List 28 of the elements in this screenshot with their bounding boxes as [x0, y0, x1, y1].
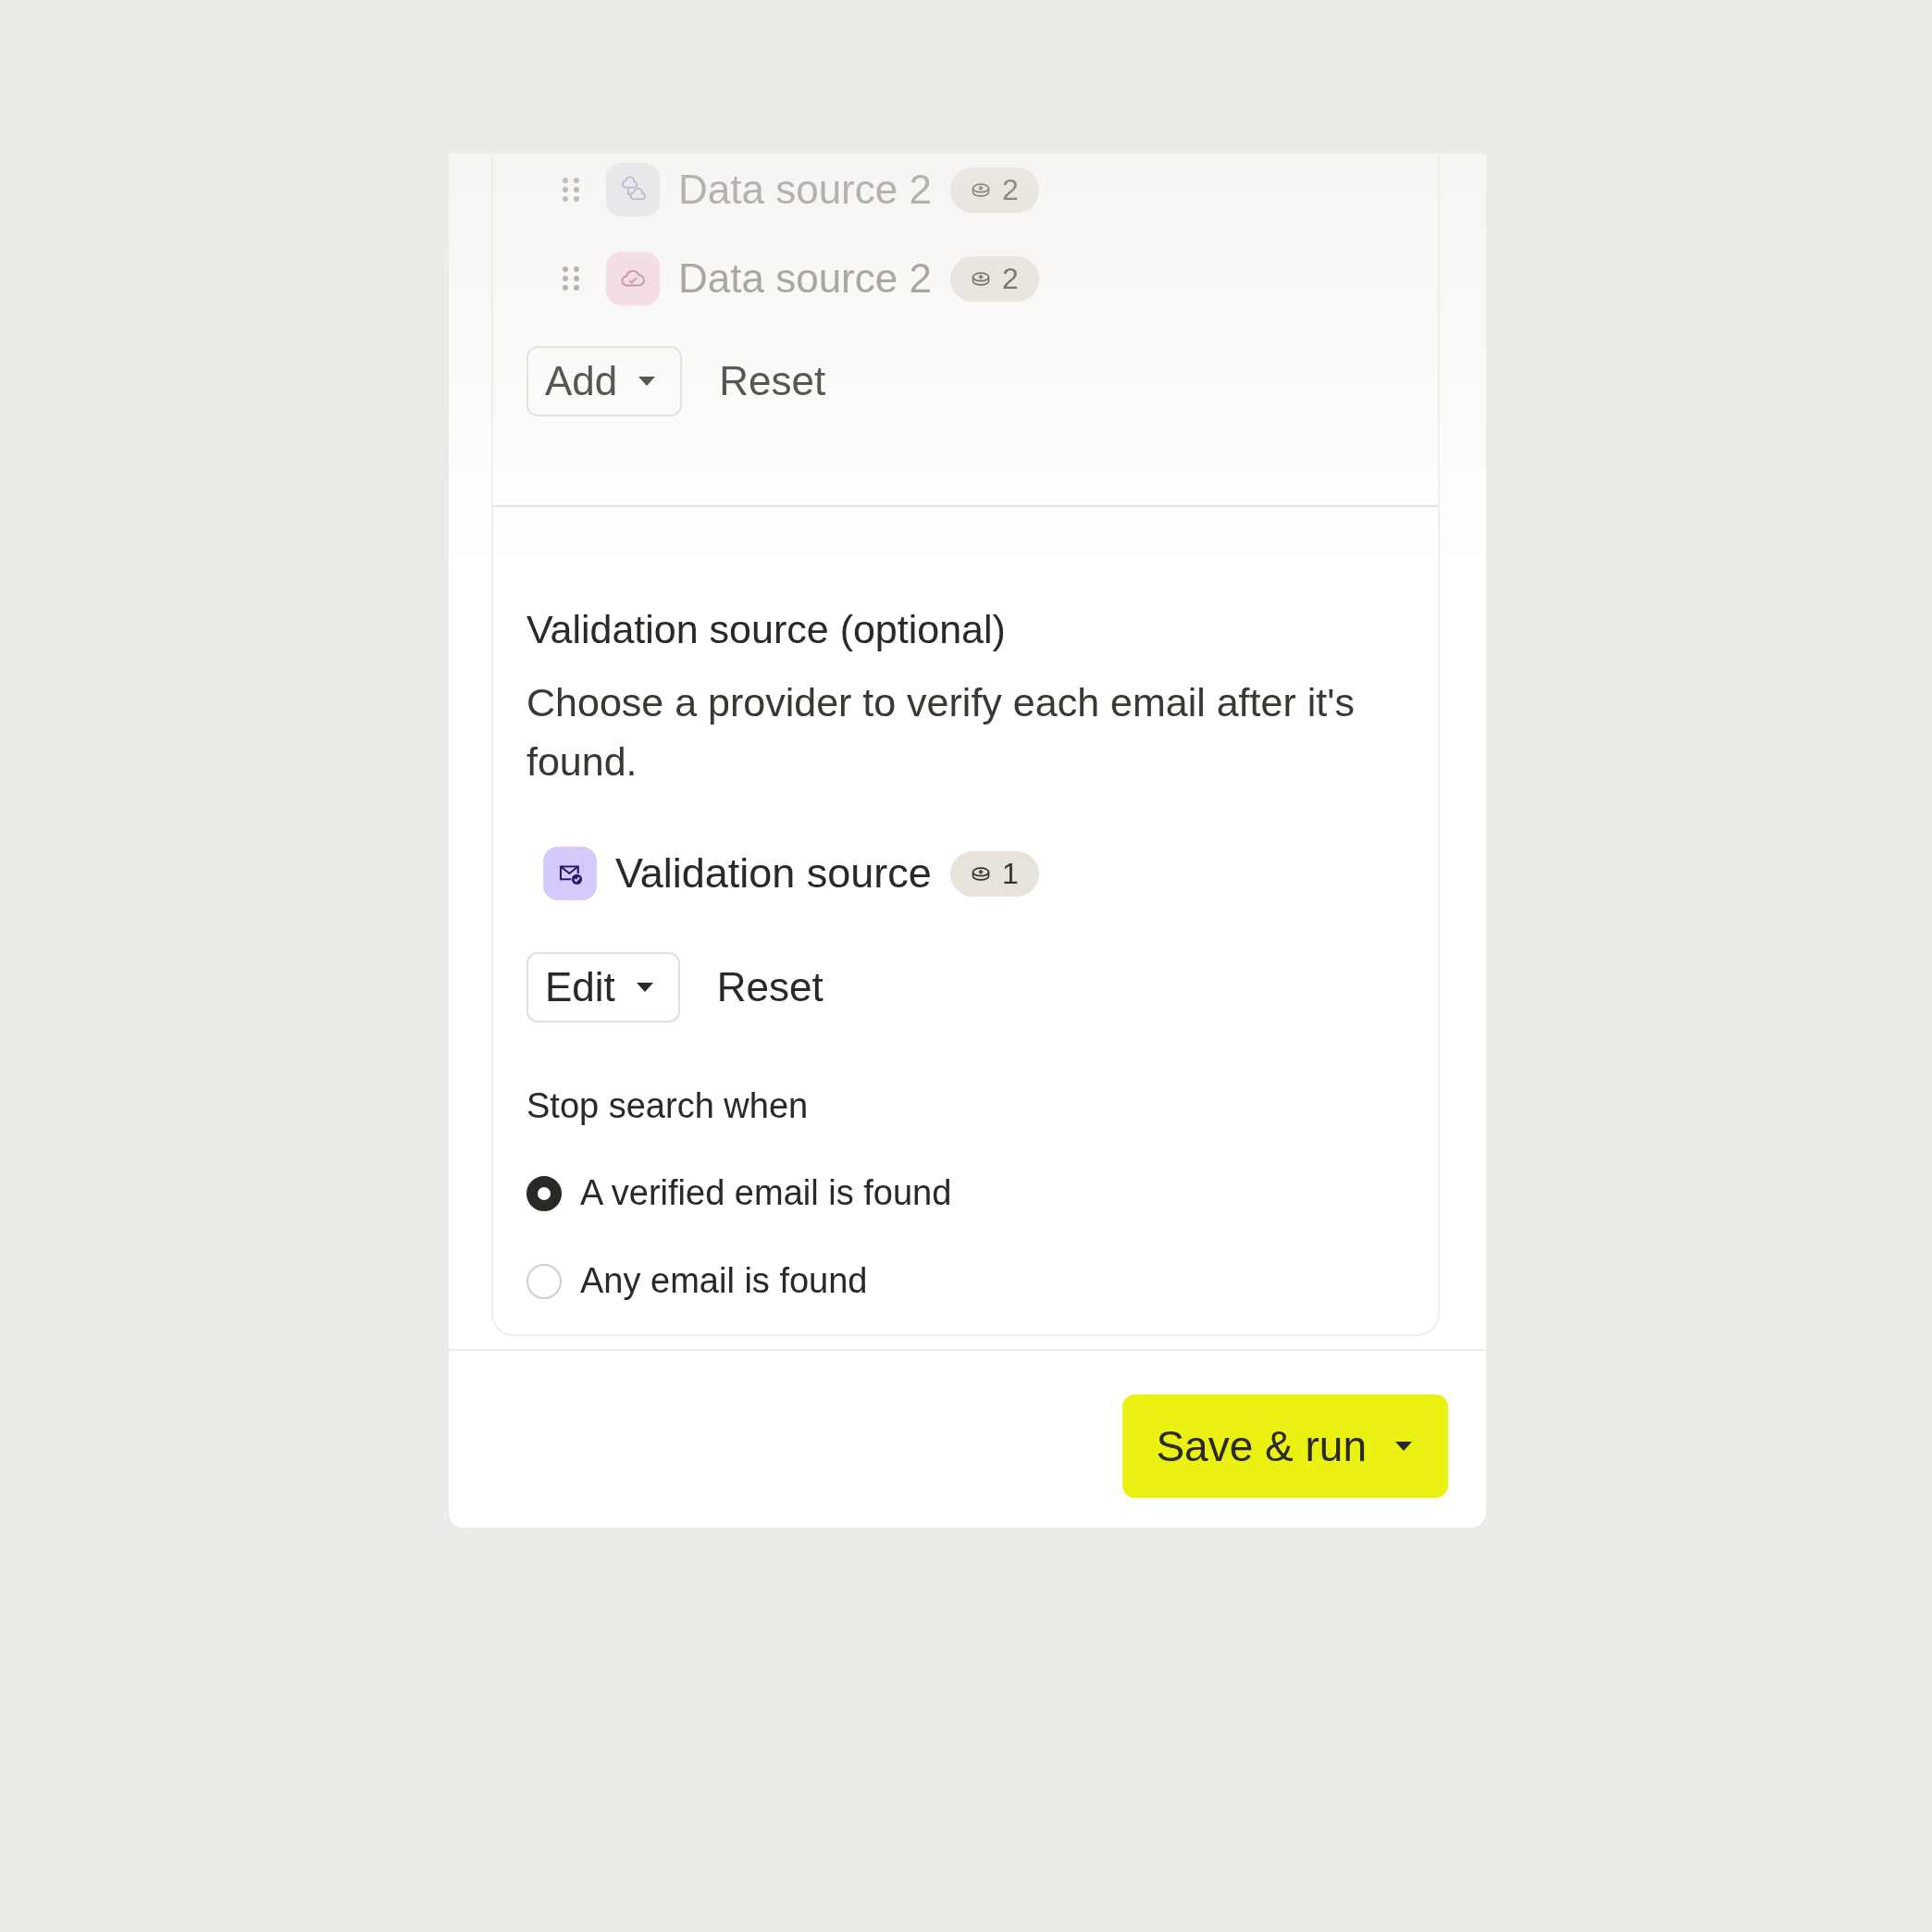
coins-icon: [970, 865, 991, 882]
save-and-run-button[interactable]: Save & run: [1122, 1394, 1448, 1498]
drag-handle-icon[interactable]: [562, 265, 580, 292]
drag-handle-icon[interactable]: [562, 176, 580, 204]
coins-icon: [970, 181, 991, 198]
cloud-check-icon: [606, 252, 660, 305]
edit-button[interactable]: Edit: [526, 952, 680, 1022]
mail-check-icon: [543, 847, 597, 900]
caret-icon: [638, 376, 657, 387]
coins-icon: [970, 270, 991, 287]
radio-label: A verified email is found: [580, 1173, 952, 1213]
credit-badge: 2: [949, 255, 1039, 302]
source-name: Validation source: [615, 849, 932, 898]
add-button[interactable]: Add: [526, 346, 683, 416]
radio-label: Any email is found: [580, 1261, 868, 1301]
source-name: Data source 2: [678, 255, 932, 302]
field-label: Stop search when: [526, 1086, 810, 1126]
caret-icon: [635, 982, 654, 993]
radio-button[interactable]: [526, 1175, 562, 1211]
clouds-icon: [606, 163, 660, 217]
source-name: Data source 2: [678, 167, 932, 213]
reset-button[interactable]: Reset: [719, 358, 826, 404]
caret-icon: [1394, 1441, 1413, 1452]
credit-badge: 1: [949, 850, 1039, 897]
section-description: Choose a provider to verify each email after it's found.: [526, 679, 1356, 786]
reset-button[interactable]: Reset: [716, 964, 824, 1010]
section-title: Validation source (optional): [526, 607, 1007, 652]
credit-badge: 2: [949, 167, 1039, 213]
